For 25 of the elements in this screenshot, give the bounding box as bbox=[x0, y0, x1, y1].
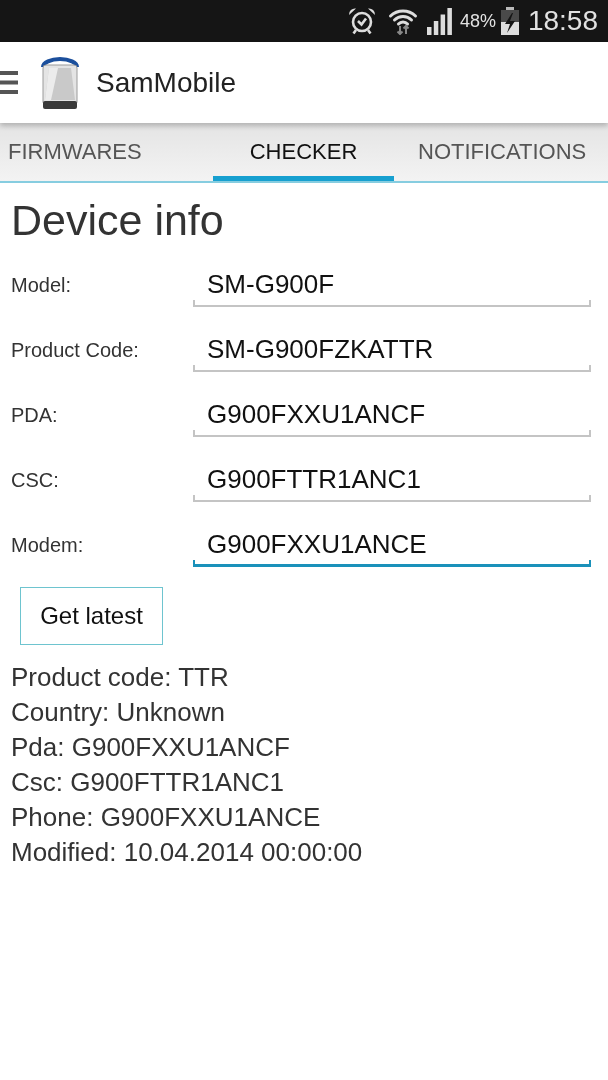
result-line: Modified: 10.04.2014 00:00:00 bbox=[11, 836, 364, 869]
clock-time: 18:58 bbox=[527, 7, 598, 35]
app-logo-icon bbox=[38, 55, 82, 110]
result-line: Country: Unknown bbox=[11, 696, 226, 729]
wifi-icon bbox=[387, 7, 418, 35]
field-label: Modem: bbox=[11, 532, 85, 558]
field-label: Model: bbox=[11, 272, 73, 298]
field-label: Product Code: bbox=[11, 337, 140, 363]
battery-percent: 48% bbox=[459, 9, 496, 33]
result-line: Pda: G900FXXU1ANCF bbox=[11, 731, 291, 764]
field-label: CSC: bbox=[11, 467, 60, 493]
alarm-icon bbox=[347, 7, 376, 35]
signal-icon bbox=[425, 7, 452, 35]
result-line: Csc: G900FTTR1ANC1 bbox=[11, 766, 286, 799]
result-line: Product code: TTR bbox=[11, 661, 230, 694]
tab[interactable]: NOTIFICATIONS bbox=[394, 123, 608, 181]
tab[interactable]: FIRMWARES bbox=[0, 123, 213, 181]
tab[interactable]: CHECKER bbox=[213, 123, 394, 181]
field-label: PDA: bbox=[11, 402, 59, 428]
section-title: Device info bbox=[11, 195, 225, 246]
battery-charging-icon bbox=[499, 7, 520, 35]
menu-icon[interactable] bbox=[0, 71, 18, 94]
get-latest-button[interactable]: Get latest bbox=[20, 587, 163, 645]
result-line: Phone: G900FXXU1ANCE bbox=[11, 801, 322, 834]
app-title: SamMobile bbox=[96, 65, 237, 100]
